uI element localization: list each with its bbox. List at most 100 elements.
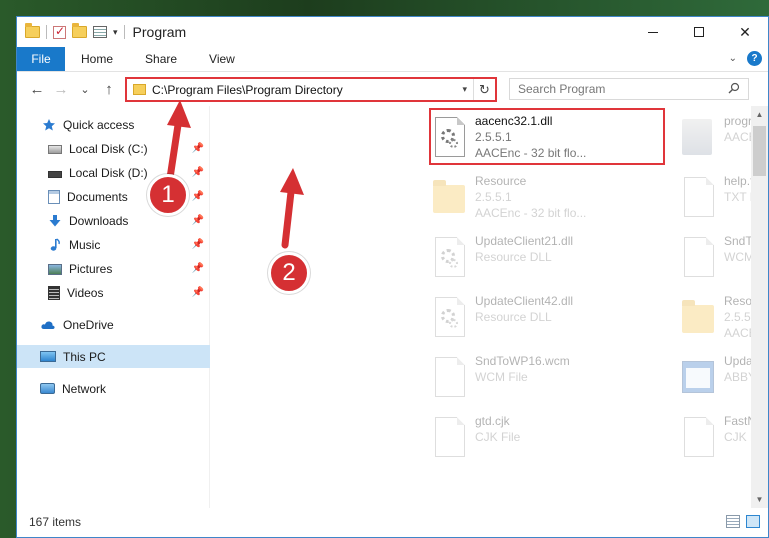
quick-access-toolbar: ▾ xyxy=(17,23,125,39)
maximize-button[interactable] xyxy=(676,17,722,47)
search-icon[interactable] xyxy=(728,82,740,94)
dll-gear-icon xyxy=(433,297,467,341)
navigation-bar: ← → ⌄ ↑ C:\Program Files\Program Directo… xyxy=(17,72,768,106)
document-icon xyxy=(682,237,716,281)
navigation-pane: Quick access Local Disk (C:) 📌 Local Dis… xyxy=(17,106,210,508)
sidebar-item-quick-access[interactable]: Quick access xyxy=(17,113,210,136)
document-icon xyxy=(682,177,716,221)
sidebar-item-label: Network xyxy=(62,381,107,396)
window-title: Program xyxy=(132,24,187,40)
sidebar-item-pictures[interactable]: Pictures 📌 xyxy=(17,257,210,280)
customize-toolbar-chevron-icon[interactable]: ▾ xyxy=(113,27,118,38)
document-icon xyxy=(433,357,467,401)
title-bar: ▾ Program ✕ xyxy=(17,17,768,47)
sidebar-item-videos[interactable]: Videos 📌 xyxy=(17,281,210,304)
new-folder-icon[interactable] xyxy=(72,23,87,38)
pin-icon[interactable]: 📌 xyxy=(192,263,204,274)
item-count: 167 items xyxy=(29,515,82,529)
properties-check-icon[interactable] xyxy=(53,24,66,39)
folder-icon xyxy=(25,23,40,38)
explorer-window: ▾ Program ✕ File Home Share View ⌄ ? ← →… xyxy=(16,16,769,538)
sidebar-item-music[interactable]: Music 📌 xyxy=(17,233,210,256)
documents-icon xyxy=(48,189,60,204)
recent-locations-chevron-icon[interactable]: ⌄ xyxy=(73,83,97,96)
close-icon: ✕ xyxy=(739,23,751,40)
tab-view[interactable]: View xyxy=(193,47,251,71)
toolbar-separator xyxy=(123,25,125,39)
step-1-badge: 1 xyxy=(147,174,189,216)
folder-icon xyxy=(433,177,467,221)
star-icon xyxy=(43,118,55,130)
file-item-updateclient42[interactable]: UpdateClient42.dll Resource DLL xyxy=(429,289,661,349)
sidebar-item-onedrive[interactable]: OneDrive xyxy=(17,313,210,336)
scroll-up-icon[interactable]: ▲ xyxy=(751,106,768,123)
maximize-icon xyxy=(694,27,704,37)
back-arrow-icon[interactable]: ← xyxy=(25,81,49,98)
address-path[interactable]: C:\Program Files\Program Directory xyxy=(152,83,343,97)
program-exe-icon xyxy=(682,117,716,161)
scrollbar-thumb[interactable] xyxy=(753,126,766,176)
scroll-down-icon[interactable]: ▼ xyxy=(751,491,768,508)
status-bar: 167 items xyxy=(17,507,768,537)
sidebar-item-label: Music xyxy=(69,237,101,252)
file-name: UpdateClient21.dll xyxy=(475,234,574,248)
folder-icon xyxy=(682,297,716,341)
sidebar-item-label: This PC xyxy=(63,349,106,364)
close-button[interactable]: ✕ xyxy=(722,17,768,47)
pin-icon[interactable]: 📌 xyxy=(192,215,204,226)
videos-icon xyxy=(48,285,60,300)
sidebar-item-downloads[interactable]: Downloads 📌 xyxy=(17,209,210,232)
cloud-icon xyxy=(41,320,55,329)
sidebar-item-label: Local Disk (D:) xyxy=(69,165,148,180)
file-type: WCM File xyxy=(475,370,528,384)
tab-share[interactable]: Share xyxy=(129,47,193,71)
pin-icon[interactable]: 📌 xyxy=(192,287,204,298)
sidebar-item-local-disk-c[interactable]: Local Disk (C:) 📌 xyxy=(17,137,210,160)
file-description: AACEnc - 32 bit flo... xyxy=(475,206,587,220)
sidebar-item-label: Documents xyxy=(67,189,128,204)
minimize-button[interactable] xyxy=(630,17,676,47)
address-dropdown-chevron-icon[interactable]: ▾ xyxy=(462,84,467,95)
pin-icon[interactable]: 📌 xyxy=(192,143,204,154)
address-bar[interactable]: C:\Program Files\Program Directory ▾ ↻ xyxy=(125,77,497,102)
file-item-resource-folder[interactable]: Resource 2.5.5.1 AACEnc - 32 bit flo... xyxy=(429,169,661,229)
up-arrow-icon[interactable]: ↑ xyxy=(97,81,121,98)
sidebar-item-label: Local Disk (C:) xyxy=(69,141,148,156)
sidebar-item-label: OneDrive xyxy=(63,317,114,332)
folder-icon xyxy=(133,84,146,95)
sidebar-item-label: Downloads xyxy=(69,213,129,228)
drive-icon xyxy=(48,171,62,178)
step-2-badge: 2 xyxy=(268,252,310,294)
file-item-updateclient21[interactable]: UpdateClient21.dll Resource DLL xyxy=(429,229,661,289)
expand-ribbon-chevron-icon[interactable]: ⌄ xyxy=(729,53,737,64)
vertical-scrollbar[interactable]: ▲ ▼ xyxy=(751,106,768,508)
document-icon xyxy=(433,417,467,461)
pin-icon[interactable]: 📌 xyxy=(192,167,204,178)
pin-icon[interactable]: 📌 xyxy=(192,239,204,250)
pictures-icon xyxy=(48,263,62,275)
music-icon xyxy=(50,237,60,251)
document-icon xyxy=(682,417,716,461)
search-input[interactable]: Search Program xyxy=(509,78,749,100)
details-view-icon[interactable] xyxy=(726,515,740,528)
sidebar-item-this-pc[interactable]: This PC xyxy=(17,345,210,368)
file-item-sndtowp16[interactable]: SndToWP16.wcm WCM File xyxy=(429,349,661,409)
file-type: Resource DLL xyxy=(475,310,552,324)
minimize-icon xyxy=(648,31,658,33)
computer-icon xyxy=(40,350,56,362)
file-name: UpdateClient42.dll xyxy=(475,294,574,308)
file-item-gtd-cjk[interactable]: gtd.cjk CJK File xyxy=(429,409,661,469)
refresh-icon[interactable]: ↻ xyxy=(473,79,495,100)
forward-arrow-icon[interactable]: → xyxy=(49,81,73,98)
help-icon[interactable]: ? xyxy=(747,51,762,66)
properties-icon[interactable] xyxy=(93,26,107,38)
file-list: aacenc32.1.dll 2.5.5.1 AACEnc - 32 bit flo… xyxy=(210,106,768,508)
tab-file[interactable]: File xyxy=(17,47,65,71)
ribbon-right-controls: ⌄ ? xyxy=(729,51,762,66)
ribbon-tabs: File Home Share View ⌄ ? xyxy=(17,47,768,72)
window-controls: ✕ xyxy=(630,17,768,47)
large-icons-view-icon[interactable] xyxy=(746,515,760,528)
tab-home[interactable]: Home xyxy=(65,47,129,71)
sidebar-item-network[interactable]: Network xyxy=(17,377,210,400)
pin-icon[interactable]: 📌 xyxy=(192,191,204,202)
